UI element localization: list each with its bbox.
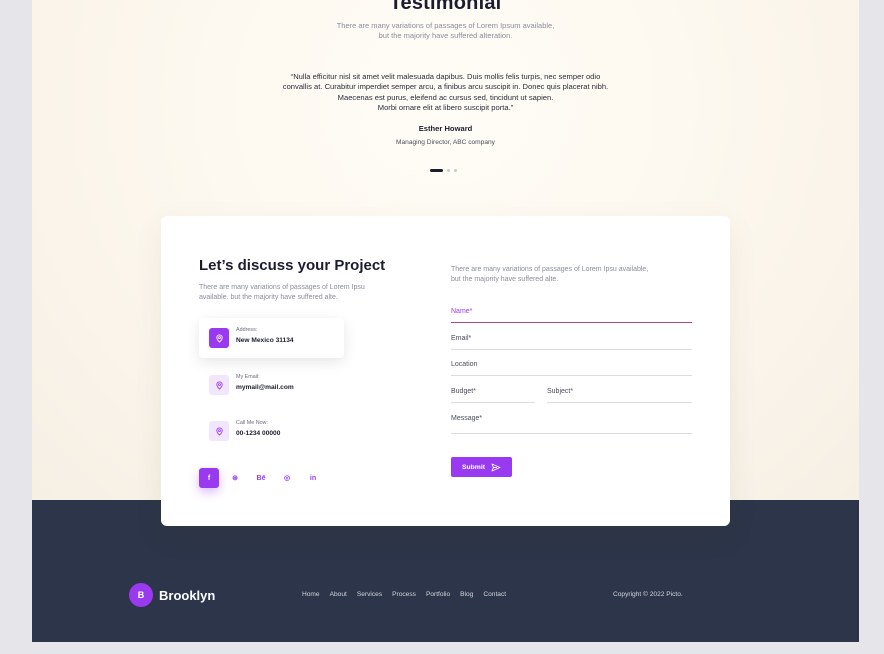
location-placeholder: Location <box>451 361 478 368</box>
nav-services[interactable]: Services <box>357 591 382 598</box>
message-input[interactable]: Message* <box>451 412 692 434</box>
name-input[interactable]: Name* <box>451 305 692 323</box>
testimonial-quote-line: “Nulla efficitur nisl sit amet velit mal… <box>290 72 601 81</box>
slider-dots <box>430 169 457 172</box>
info-label: My Email: <box>236 374 260 380</box>
testimonial-quote-line: convallis at. Curabitur imperdiet semper… <box>282 82 609 91</box>
location-pin-icon <box>209 328 229 348</box>
budget-placeholder: Budget* <box>451 388 476 395</box>
nav-home[interactable]: Home <box>302 591 320 598</box>
slider-dot-2[interactable] <box>447 169 450 172</box>
testimonial-subtitle-line: There are many variations of passages of… <box>336 21 555 30</box>
footer-logo[interactable]: B Brooklyn <box>129 583 215 607</box>
location-pin-icon <box>209 421 229 441</box>
location-pin-icon <box>209 375 229 395</box>
page-frame: Testimonial There are many variations of… <box>32 0 859 642</box>
info-email[interactable]: My Email: mymail@mail.com <box>199 365 344 405</box>
info-value: New Mexico 31134 <box>236 337 294 344</box>
form-description: There are many variations of passages of… <box>451 265 696 285</box>
nav-about[interactable]: About <box>330 591 347 598</box>
contact-subtitle-line: There are many variations of passages of… <box>199 284 365 291</box>
submit-label: Submit <box>461 463 486 471</box>
testimonial-quote-line: Morbi ornare elit at libero suscipit por… <box>377 103 514 112</box>
location-input[interactable]: Location <box>451 358 692 376</box>
testimonial-title: Testimonial <box>389 0 502 14</box>
slider-dot-3[interactable] <box>454 169 457 172</box>
send-icon <box>491 463 501 471</box>
form-description-line: but the majority have suffered alte. <box>451 276 559 283</box>
testimonial-role: Managing Director, ABC company <box>396 139 495 146</box>
contact-subtitle-line: available. but the majority have suffere… <box>199 294 338 301</box>
nav-contact[interactable]: Contact <box>483 591 506 598</box>
info-value: 00-1234 00000 <box>236 430 281 437</box>
testimonial-author: Esther Howard <box>418 124 473 133</box>
social-links: f ⊛ Bē ◎ in <box>199 468 323 488</box>
info-label: Address: <box>236 327 258 333</box>
testimonial-quote-line: Maecenas est purus, eleifend ac cursus s… <box>337 93 554 102</box>
nav-process[interactable]: Process <box>392 591 416 598</box>
footer-nav: Home About Services Process Portfolio Bl… <box>302 591 506 598</box>
testimonial-subtitle-line: but the majority have suffered alteratio… <box>378 31 513 40</box>
email-placeholder: Email* <box>451 335 472 342</box>
info-label: Call Me Now: <box>236 420 269 426</box>
instagram-icon[interactable]: ◎ <box>277 468 297 488</box>
behance-icon[interactable]: Bē <box>251 468 271 488</box>
info-phone[interactable]: Call Me Now: 00-1234 00000 <box>199 411 344 451</box>
email-input[interactable]: Email* <box>451 332 692 350</box>
brand-name: Brooklyn <box>159 587 216 603</box>
dribbble-icon[interactable]: ⊛ <box>225 468 245 488</box>
subject-input[interactable]: Subject* <box>547 385 692 403</box>
nav-portfolio[interactable]: Portfolio <box>426 591 450 598</box>
linkedin-icon[interactable]: in <box>303 468 323 488</box>
info-address[interactable]: Address: New Mexico 31134 <box>199 318 344 358</box>
copyright: Copyright © 2022 Picto. <box>613 591 683 598</box>
form-description-line: There are many variations of passages of… <box>451 266 649 273</box>
info-value: mymail@mail.com <box>236 384 294 391</box>
submit-button[interactable]: Submit <box>451 457 512 477</box>
budget-input[interactable]: Budget* <box>451 385 535 403</box>
message-placeholder: Message* <box>451 415 483 422</box>
nav-blog[interactable]: Blog <box>460 591 473 598</box>
slider-dot-1[interactable] <box>430 169 443 172</box>
contact-card: Let’s discuss your Project There are man… <box>161 216 730 526</box>
facebook-icon[interactable]: f <box>199 468 219 488</box>
name-placeholder: Name* <box>451 308 473 315</box>
subject-placeholder: Subject* <box>547 388 574 395</box>
contact-title: Let’s discuss your Project <box>199 257 386 274</box>
logo-mark: B <box>129 583 153 607</box>
